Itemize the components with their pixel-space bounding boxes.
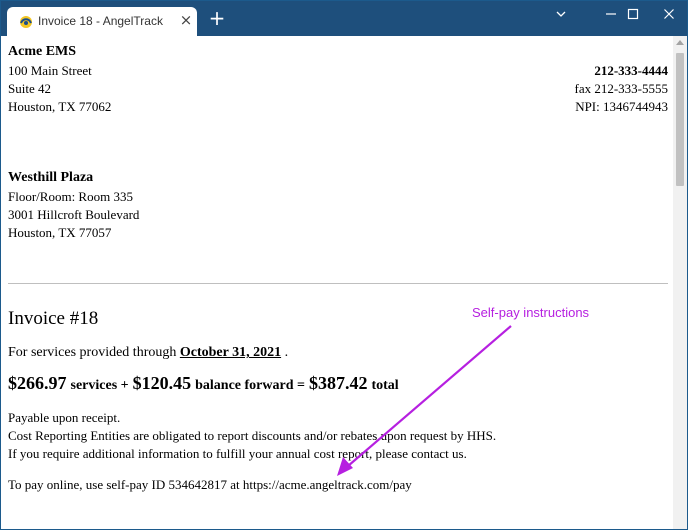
chevron-down-icon — [556, 11, 566, 17]
scroll-thumb[interactable] — [676, 53, 684, 186]
new-tab-button[interactable]: + — [208, 8, 226, 28]
annotation-arrow-icon — [337, 325, 512, 476]
tab-title: Invoice 18 - AngelTrack — [38, 14, 163, 28]
tab-close-icon[interactable]: × — [179, 13, 193, 28]
tab-search-button[interactable] — [541, 1, 581, 29]
close-icon — [664, 9, 674, 19]
close-window-button[interactable] — [649, 1, 687, 29]
title-bar: Invoice 18 - AngelTrack × + — [1, 1, 687, 36]
vertical-scrollbar[interactable] — [673, 36, 687, 529]
maximize-icon — [627, 8, 639, 20]
page-content: Acme EMS 100 Main Street Suite 42 Housto… — [1, 36, 673, 529]
browser-window: Invoice 18 - AngelTrack × + Acme EMS 100… — [0, 0, 688, 530]
scroll-up-arrow-icon[interactable] — [676, 40, 684, 45]
angeltrack-favicon-icon — [20, 16, 32, 28]
maximize-button[interactable] — [613, 1, 653, 29]
browser-tab-active[interactable]: Invoice 18 - AngelTrack × — [7, 7, 197, 36]
